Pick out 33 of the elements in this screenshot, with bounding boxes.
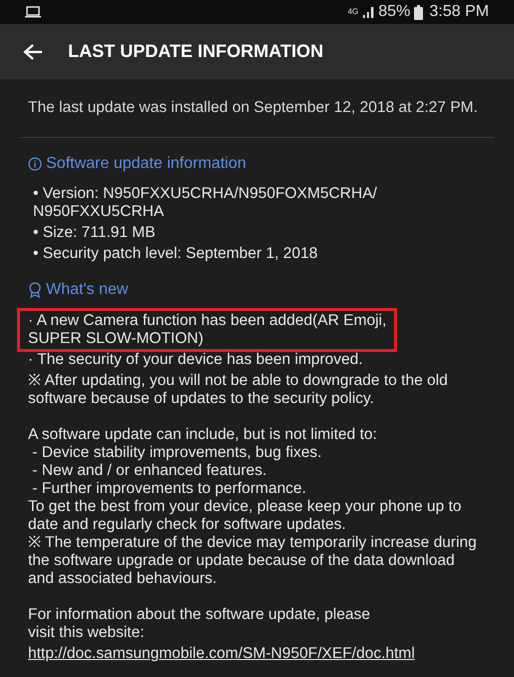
text-line: - New and / or enhanced features. [31,462,267,480]
text-line: For information about the software update, please [28,606,370,624]
install-note: The last update was installed on September 12, 2018 at 2:27 PM. [28,99,478,117]
info-icon [28,157,42,171]
text-line: ※ After updating, you will not be able to downgrade to the old [28,372,448,390]
text-line: the software upgrade or update because of the data download [28,552,455,570]
text-line: software because of updates to the security policy. [28,390,374,408]
clock: 3:58 PM [429,4,489,20]
text-line: To get the best from your device, please keep your phone up to [28,498,462,516]
text-line: ※ The temperature of the device may temporarily increase during [28,534,477,552]
text-line: · The security of your device has been improved. [28,351,363,369]
laptop-icon [25,6,41,18]
text-line: visit this website: [28,624,144,642]
website-link[interactable]: http://doc.samsungmobile.com/SM-N950F/XEF/doc.html [28,645,415,663]
badge-icon [28,282,42,298]
page-title: LAST UPDATE INFORMATION [68,40,324,63]
text-line: · A new Camera function has been added(AR Emoji, [28,312,386,330]
text-line: and associated behaviours. [28,570,217,588]
text-line: A software update can include, but is not limited to: [28,426,377,444]
text-line: - Further improvements to performance. [31,480,306,498]
section-heading: Software update information [46,155,246,173]
network-label: 4G [348,8,358,16]
info-line: • Security patch level: September 1, 2018 [33,245,318,263]
info-line: N950FXXU5CRHA [33,203,164,221]
text-line: - Device stability improvements, bug fixes. [31,444,322,462]
info-line: • Size: 711.91 MB [33,224,156,242]
text-line: SUPER SLOW-MOTION) [28,330,204,348]
info-line: • Version: N950FXXU5CRHA/N950FOXM5CRHA/ [33,185,377,203]
text-line: date and regularly check for software updates. [28,516,346,534]
section-heading: What's new [46,281,128,299]
battery-icon [414,4,424,20]
signal-icon [362,6,374,18]
battery-percent: 85% [378,4,410,20]
